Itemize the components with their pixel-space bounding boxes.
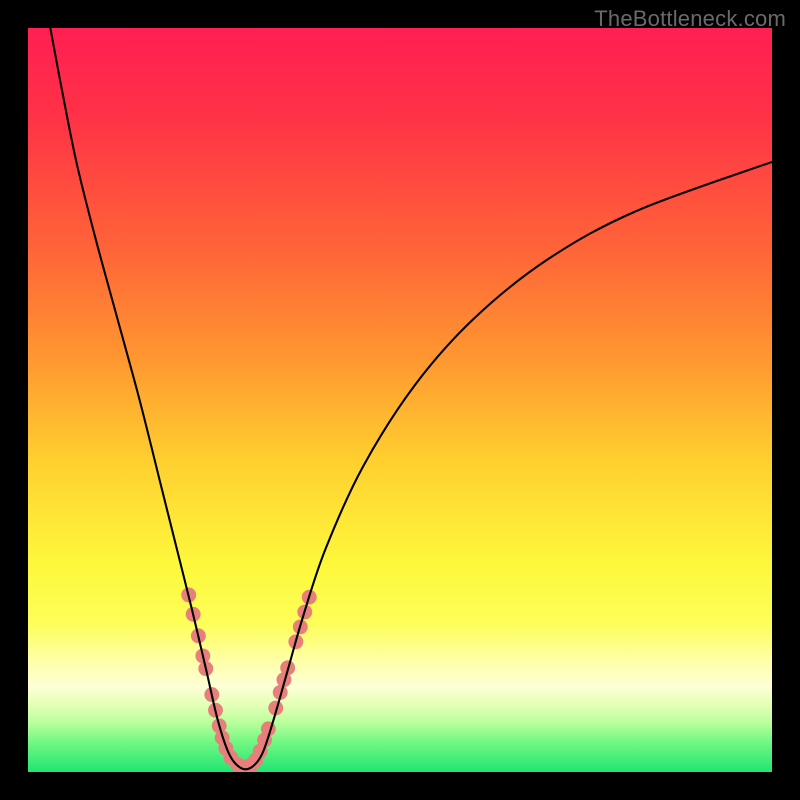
bottleneck-curve <box>50 28 772 769</box>
plot-area <box>28 28 772 772</box>
curve-layer <box>28 28 772 772</box>
chart-container: TheBottleneck.com <box>0 0 800 800</box>
highlight-dots <box>181 587 316 772</box>
